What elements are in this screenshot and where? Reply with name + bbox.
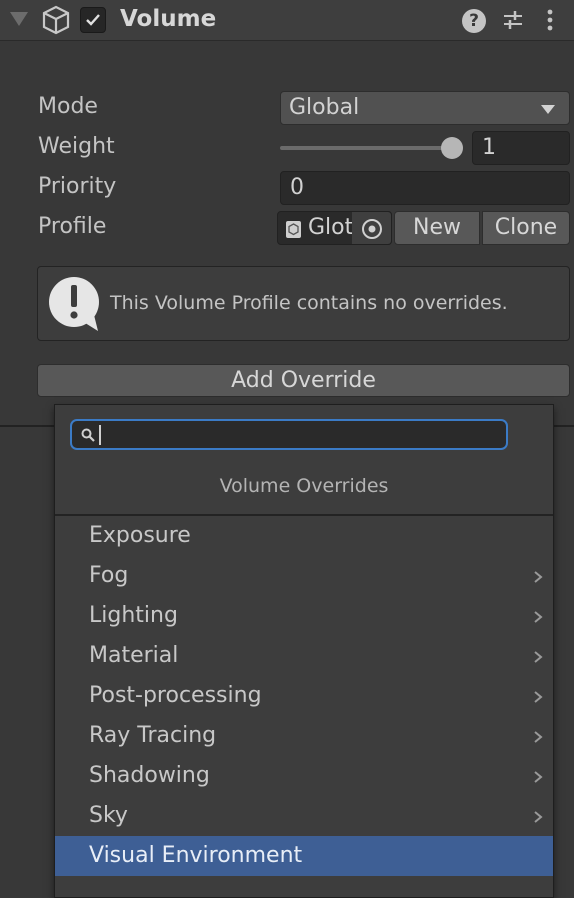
- menu-item-sky[interactable]: Sky: [55, 796, 553, 836]
- menu-item-ray-tracing[interactable]: Ray Tracing: [55, 716, 553, 756]
- menu-item-label: Sky: [89, 803, 128, 828]
- menu-item-label: Material: [89, 643, 179, 668]
- weight-slider-track[interactable]: [280, 146, 452, 150]
- text-cursor: [99, 425, 101, 445]
- foldout-triangle-icon[interactable]: [10, 12, 28, 26]
- add-override-button[interactable]: Add Override: [37, 364, 570, 397]
- menu-item-label: Lighting: [89, 603, 178, 628]
- mode-dropdown[interactable]: Global: [280, 91, 570, 125]
- chevron-right-icon: [534, 771, 543, 783]
- component-title: Volume: [120, 6, 217, 32]
- volume-profile-asset-icon: [286, 221, 301, 238]
- menu-item-label: Shadowing: [89, 763, 210, 788]
- menu-item-exposure[interactable]: Exposure: [55, 516, 553, 556]
- search-input[interactable]: [70, 419, 508, 450]
- priority-value: 0: [290, 175, 304, 200]
- chevron-right-icon: [534, 651, 543, 663]
- weight-value: 1: [482, 135, 496, 160]
- menu-item-visual-environment[interactable]: Visual Environment: [55, 836, 553, 876]
- menu-item-label: Fog: [89, 563, 129, 588]
- chevron-right-icon: [534, 691, 543, 703]
- menu-list: Exposure Fog Lighting Material Post-proc…: [55, 516, 553, 876]
- mode-value: Global: [289, 95, 360, 120]
- menu-item-label: Visual Environment: [89, 843, 303, 868]
- priority-input[interactable]: 0: [280, 171, 570, 205]
- weight-label: Weight: [38, 134, 115, 159]
- chevron-right-icon: [534, 731, 543, 743]
- menu-item-post-processing[interactable]: Post-processing: [55, 676, 553, 716]
- enabled-checkbox[interactable]: [80, 7, 106, 33]
- clone-profile-button[interactable]: Clone: [482, 211, 570, 245]
- checkmark-icon: [86, 14, 100, 26]
- chevron-right-icon: [534, 571, 543, 583]
- help-icon[interactable]: ?: [462, 9, 486, 33]
- search-icon: [81, 428, 95, 442]
- warning-icon: [49, 277, 99, 331]
- object-picker-button[interactable]: [352, 211, 392, 245]
- menu-item-label: Exposure: [89, 523, 191, 548]
- help-box: This Volume Profile contains no override…: [37, 266, 570, 341]
- weight-slider-thumb[interactable]: [441, 137, 463, 159]
- profile-value: Glot: [308, 215, 354, 240]
- menu-item-shadowing[interactable]: Shadowing: [55, 756, 553, 796]
- mode-label: Mode: [38, 94, 98, 119]
- menu-item-fog[interactable]: Fog: [55, 556, 553, 596]
- weight-input[interactable]: 1: [472, 131, 570, 165]
- chevron-down-icon: [541, 105, 555, 114]
- chevron-right-icon: [534, 611, 543, 623]
- menu-item-material[interactable]: Material: [55, 636, 553, 676]
- menu-item-lighting[interactable]: Lighting: [55, 596, 553, 636]
- menu-item-label: Post-processing: [89, 683, 262, 708]
- kebab-menu-icon[interactable]: [545, 8, 555, 36]
- menu-item-label: Ray Tracing: [89, 723, 217, 748]
- presets-icon[interactable]: [501, 8, 525, 36]
- profile-label: Profile: [38, 214, 107, 239]
- new-profile-button[interactable]: New: [394, 211, 480, 245]
- chevron-right-icon: [534, 811, 543, 823]
- cube-icon: [41, 5, 71, 35]
- help-box-text: This Volume Profile contains no override…: [110, 292, 508, 314]
- target-icon: [362, 219, 382, 239]
- volume-overrides-popup: Volume Overrides Exposure Fog Lighting M…: [54, 404, 554, 898]
- priority-label: Priority: [38, 174, 117, 199]
- menu-title: Volume Overrides: [219, 475, 389, 497]
